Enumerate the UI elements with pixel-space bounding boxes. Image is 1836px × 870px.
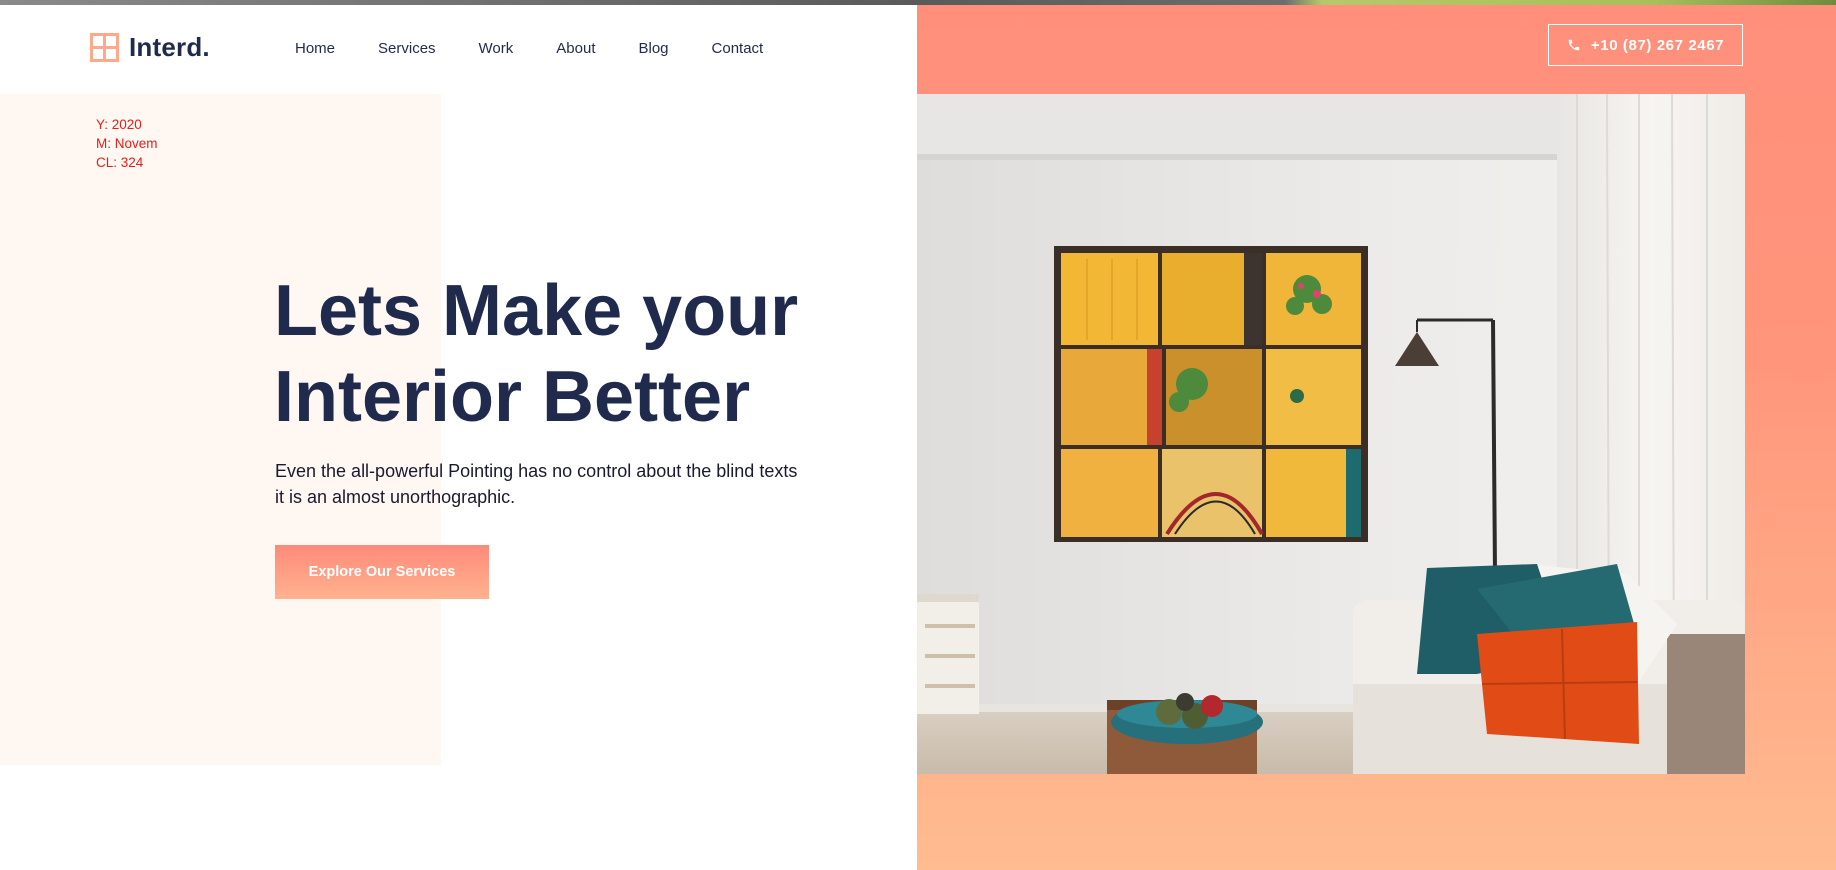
- debug-month: M: Novem: [96, 136, 158, 151]
- nav-item-blog[interactable]: Blog: [638, 38, 668, 60]
- hero-description-line2: it is an almost unorthographic.: [275, 487, 516, 507]
- hero-description-line1: Even the all-powerful Pointing has no co…: [275, 461, 798, 481]
- explore-services-button[interactable]: Explore Our Services: [275, 545, 489, 599]
- debug-cl: CL: 324: [96, 155, 144, 170]
- nav-item-home[interactable]: Home: [295, 38, 335, 60]
- nav-item-work[interactable]: Work: [479, 38, 514, 60]
- hero-description: Even the all-powerful Pointing has no co…: [275, 458, 835, 510]
- hero-title-line2: Interior Better: [274, 357, 751, 437]
- phone-button[interactable]: +10 (87) 267 2467: [1548, 24, 1743, 66]
- phone-icon: [1567, 38, 1581, 52]
- grid-window-icon: [90, 33, 119, 62]
- debug-overlay: Y: 2020 M: Novem CL: 324: [96, 115, 158, 172]
- nav-item-about[interactable]: About: [556, 38, 595, 60]
- hero-title: Lets Make your Interior Better: [274, 268, 834, 440]
- phone-number: +10 (87) 267 2467: [1590, 36, 1725, 54]
- debug-year: Y: 2020: [96, 117, 142, 132]
- main-nav: Home Services Work About Blog Contact: [295, 38, 806, 60]
- brand-logo[interactable]: Interd.: [90, 32, 210, 63]
- hero-title-line1: Lets Make your: [274, 271, 799, 351]
- interior-room-image: [917, 94, 1745, 774]
- nav-item-services[interactable]: Services: [378, 38, 436, 60]
- brand-name: Interd.: [129, 32, 210, 62]
- nav-item-contact[interactable]: Contact: [712, 38, 764, 60]
